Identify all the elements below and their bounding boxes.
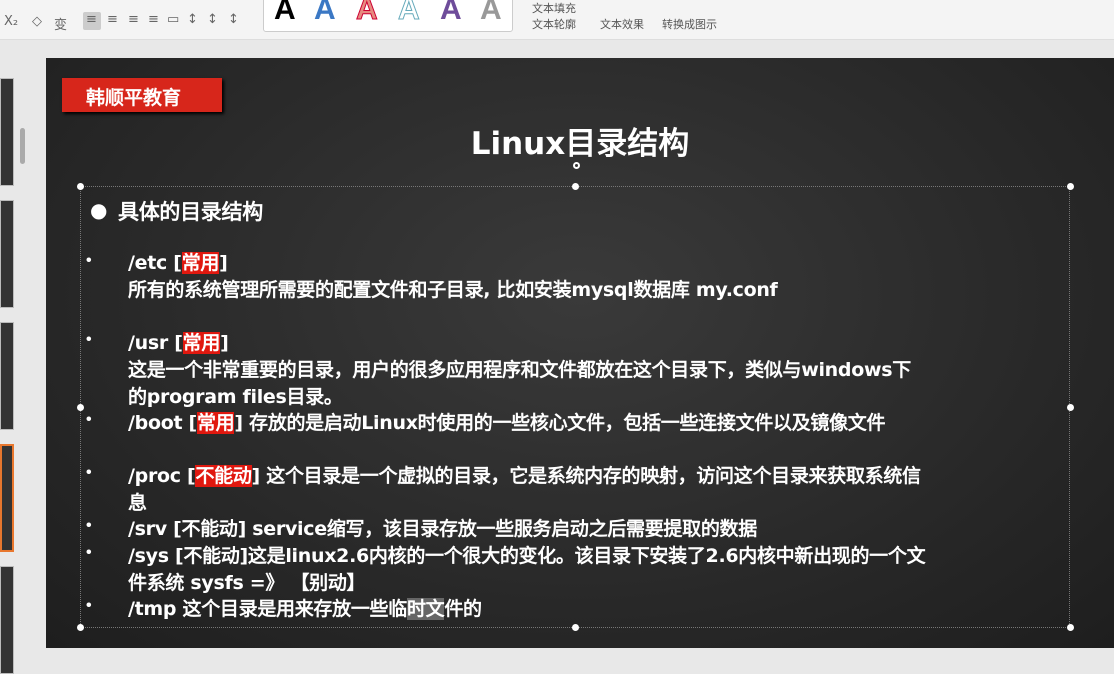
list-item-desc: 息 <box>128 492 147 514</box>
convert-smartart-button[interactable]: 转换成图示 <box>662 16 717 32</box>
slide-thumbnail-panel <box>0 58 22 674</box>
resize-handle[interactable] <box>77 624 84 631</box>
eraser-icon[interactable]: ◇ <box>32 14 42 29</box>
tag-do-not-touch: 不能动 <box>195 465 252 487</box>
list-item-desc: 所有的系统管理所需要的配置文件和子目录, 比如安装mysql数据库 my.con… <box>128 279 778 301</box>
section-heading: 具体的目录结构 <box>118 200 263 224</box>
list-item-desc: 这是一个非常重要的目录，用户的很多应用程序和文件都放在这个目录下，类似与wind… <box>128 359 911 381</box>
tag-common: 常用 <box>181 252 220 274</box>
align-left-icon: ≡ <box>86 12 97 27</box>
wordart-style-red[interactable]: A <box>356 0 379 27</box>
subscript-icon[interactable]: X₂ <box>4 14 18 29</box>
spacing-options-icon[interactable]: ↕ <box>228 12 239 27</box>
bullet-icon: • <box>86 411 92 428</box>
rotate-handle[interactable] <box>573 162 580 169</box>
bullet-icon: ● <box>90 198 108 222</box>
thumbnail-scrollbar[interactable] <box>20 128 25 164</box>
slide-canvas[interactable]: 韩顺平教育 Linux目录结构 ● 具体的目录结构 • /etc [常用] 所有… <box>46 58 1114 648</box>
tag-common: 常用 <box>182 332 221 354</box>
slide-thumbnail[interactable] <box>0 566 14 674</box>
list-item-etc: /etc [常用] <box>128 252 228 274</box>
justify-icon[interactable]: ≡ <box>148 12 159 27</box>
bullet-icon: • <box>86 544 92 561</box>
resize-handle[interactable] <box>572 624 579 631</box>
slide-title[interactable]: Linux目录结构 <box>46 118 1114 163</box>
wordart-style-black[interactable]: A <box>274 0 296 27</box>
wordart-style-blue[interactable]: A <box>314 0 336 27</box>
slide-thumbnail[interactable] <box>0 200 14 308</box>
bullet-icon: • <box>86 464 92 481</box>
phonetic-icon[interactable]: 变 <box>54 14 67 33</box>
text-outline-button[interactable]: 文本轮廓 <box>532 16 576 32</box>
align-right-icon[interactable]: ≡ <box>128 12 139 27</box>
list-item-srv: /srv [不能动] service缩写，该目录存放一些服务启动之后需要提取的数… <box>128 518 757 540</box>
list-item-tmp: /tmp 这个目录是用来存放一些临时文件的 <box>128 598 482 620</box>
align-center-icon[interactable]: ≡ <box>107 12 118 27</box>
resize-handle[interactable] <box>572 183 579 190</box>
bullet-icon: • <box>86 331 92 348</box>
line-spacing-icon[interactable]: ↕ <box>187 12 198 27</box>
wordart-style-outline[interactable]: A <box>398 0 421 27</box>
wordart-style-purple[interactable]: A <box>440 0 462 27</box>
resize-handle[interactable] <box>1067 404 1074 411</box>
list-item-sys: /sys [不能动]这是linux2.6内核的一个很大的变化。该目录下安装了2.… <box>128 545 926 567</box>
list-item-desc: 的program files目录。 <box>128 386 343 408</box>
slide-thumbnail-selected[interactable] <box>0 444 14 552</box>
slide-thumbnail[interactable] <box>0 322 14 430</box>
resize-handle[interactable] <box>1067 624 1074 631</box>
slide-thumbnail[interactable] <box>0 78 14 186</box>
wordart-style-gallery[interactable]: A A A A A A <box>263 0 513 32</box>
bullet-icon: • <box>86 517 92 534</box>
text-highlight: 时文 <box>406 598 445 620</box>
list-item-usr: /usr [常用] <box>128 332 229 354</box>
tag-common: 常用 <box>196 412 235 434</box>
text-effect-button[interactable]: 文本效果 <box>600 16 644 32</box>
text-fill-button[interactable]: 文本填充 <box>532 0 576 16</box>
ribbon-toolbar: X₂ ◇ 变 ≡ ≡ ≡ ≡ ▭ ↕ ↕ ↕ A A A A A A 文本填充 … <box>0 0 1114 40</box>
list-item-boot: /boot [常用] 存放的是启动Linux时使用的一些核心文件，包括一些连接文… <box>128 412 886 434</box>
paragraph-spacing-icon[interactable]: ↕ <box>207 12 218 27</box>
resize-handle[interactable] <box>1067 183 1074 190</box>
resize-handle[interactable] <box>77 404 84 411</box>
resize-handle[interactable] <box>77 183 84 190</box>
list-item-proc: /proc [不能动] 这个目录是一个虚拟的目录，它是系统内存的映射，访问这个目… <box>128 465 921 487</box>
bullet-icon: • <box>86 597 92 614</box>
wordart-style-gray[interactable]: A <box>480 0 502 27</box>
logo: 韩顺平教育 <box>62 78 222 112</box>
bullet-icon: • <box>86 252 92 269</box>
distribute-icon[interactable]: ▭ <box>167 12 179 27</box>
list-item-desc: 件系统 sysfs =》 【别动】 <box>128 572 366 594</box>
